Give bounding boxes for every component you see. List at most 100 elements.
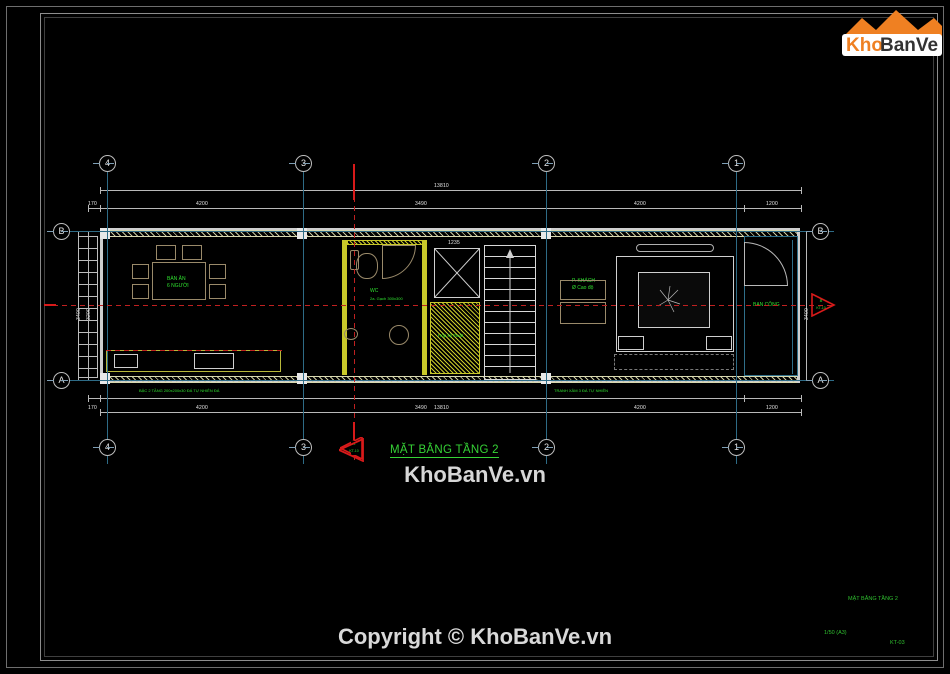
- title-block-sheet-no: KT-03: [890, 640, 905, 646]
- dim-top-seg-4200: 4200: [196, 201, 208, 207]
- tv-side-unit-left: [618, 336, 644, 350]
- balcony-rail-line: [792, 240, 793, 374]
- kitchen-hob: [114, 354, 138, 368]
- dining-chair: [132, 264, 149, 279]
- grid-bubble-label: A: [817, 375, 824, 385]
- column: [297, 228, 307, 239]
- section-line-vertical: [354, 170, 355, 460]
- dim-bot-seg-4200b: 4200: [634, 405, 646, 411]
- grid-bubble-bottom-2[interactable]: 2: [531, 439, 555, 456]
- grid-bubble-top-3[interactable]: 3: [288, 155, 312, 172]
- note-right: TRANH XÂM 3 ĐÁ TỰ NHIÊN: [554, 388, 609, 393]
- wc-wall-right: [422, 240, 427, 375]
- grid-bubble-label: 3: [300, 442, 306, 452]
- grid-bubble-top-1[interactable]: 1: [721, 155, 745, 172]
- wc-label: WC 2a. Gạch 300x300: [370, 288, 403, 302]
- dim-tick: [100, 187, 101, 194]
- dining-chair: [132, 284, 149, 299]
- grid-bubble-top-2[interactable]: 2: [531, 155, 555, 172]
- tv-decor: [657, 285, 681, 313]
- dim-bot-seg-line: [88, 398, 802, 399]
- grid-bubble-left-a[interactable]: A: [46, 372, 70, 389]
- svg-text:BanVe: BanVe: [880, 35, 938, 56]
- section-line-horizontal: [44, 305, 834, 306]
- watermark-center: KhoBanVe.vn: [404, 462, 546, 487]
- plan-title-marker[interactable]: [336, 437, 367, 463]
- section-tick-top: [353, 164, 355, 194]
- title-block-scale: 1/50 (A3): [824, 630, 847, 636]
- wc-label-line1: WC: [370, 288, 379, 294]
- dim-tick: [100, 205, 101, 212]
- dim-tick: [744, 395, 745, 402]
- grid-bubble-label: 1: [733, 158, 739, 168]
- column: [100, 228, 110, 239]
- watermark-bottom: Copyright © KhoBanVe.vn: [337, 624, 613, 649]
- dim-top-seg-line: [88, 208, 802, 209]
- grid-bubble-label: B: [58, 226, 65, 236]
- dim-tick: [88, 395, 89, 402]
- floor-drain: [389, 325, 409, 345]
- gridline-1: [736, 164, 737, 464]
- grid-bubble-bottom-4[interactable]: 4: [92, 439, 116, 456]
- plan-title: MẶT BẰNG TẦNG 2: [390, 444, 499, 458]
- grid-bubble-top-4[interactable]: 4: [92, 155, 116, 172]
- stair-direction-arrow: [506, 249, 514, 373]
- title-block-drawing-name: MẶT BẰNG TẦNG 2: [848, 596, 898, 602]
- grid-bubble-left-b[interactable]: B: [46, 223, 70, 240]
- gridline-3: [303, 164, 304, 464]
- section-line-a-left: [44, 304, 56, 306]
- stair-shaft-cross: [434, 248, 480, 298]
- drawing-sheet: Kho BanVe 4 3 2 1 4 3 2 1 B A B A 13810 …: [0, 0, 950, 674]
- dim-tick: [100, 409, 101, 416]
- dim-tick: [100, 395, 101, 402]
- stair-hall-label: Hộp kỹ thuật: [438, 332, 463, 339]
- grid-bubble-label: 2: [543, 158, 549, 168]
- dim-bot-overall-line: [100, 412, 802, 413]
- ceiling-feature: [636, 244, 714, 252]
- dim-tick: [801, 409, 802, 416]
- rug-outline: [614, 354, 734, 370]
- dim-top-seg-1200: 1200: [766, 201, 778, 207]
- gridline-4: [107, 164, 108, 464]
- kitchen-sink: [194, 353, 234, 369]
- khobanve-logo[interactable]: Kho BanVe: [840, 4, 944, 60]
- dim-tick: [801, 187, 802, 194]
- toilet: [356, 253, 378, 279]
- grid-bubble-bottom-1[interactable]: 1: [721, 439, 745, 456]
- dim-bot-seg-170: 170: [88, 405, 97, 411]
- floor-plan: 4 3 2 1 4 3 2 1 B A B A 13810 170 4200 3…: [44, 150, 864, 470]
- stair-shaft-dim: 1235: [448, 240, 460, 246]
- section-marker-b[interactable]: B KT-10: [810, 292, 836, 318]
- dim-bot-seg-1200: 1200: [766, 405, 778, 411]
- dim-tick: [744, 205, 745, 212]
- dim-tick: [801, 205, 802, 212]
- dining-chair: [182, 245, 202, 260]
- kitchen-centerline: [106, 350, 284, 351]
- grid-bubble-label: 4: [104, 158, 110, 168]
- column: [297, 373, 307, 384]
- side-railing: [78, 236, 98, 378]
- grid-bubble-label: 1: [733, 442, 739, 452]
- section-marker-b-bottom: KT-10: [816, 306, 826, 310]
- grid-bubble-label: 4: [104, 442, 110, 452]
- dim-top-seg-170: 170: [88, 201, 97, 207]
- stair-hall-label-line1: Hộp kỹ thuật: [438, 333, 464, 338]
- dim-top-seg-4200b: 4200: [634, 201, 646, 207]
- dim-top-overall-text: 13810: [434, 183, 449, 189]
- grid-bubble-right-b[interactable]: B: [805, 223, 829, 240]
- dim-bot-seg-3490: 3490: [415, 405, 427, 411]
- dining-chair: [209, 284, 226, 299]
- svg-text:Kho: Kho: [846, 35, 883, 56]
- dining-chair: [209, 264, 226, 279]
- grid-bubble-bottom-3[interactable]: 3: [288, 439, 312, 456]
- wc-wall-hatch-left: [342, 240, 347, 375]
- gridline-2: [546, 164, 547, 464]
- gridline-b: [54, 231, 834, 232]
- grid-bubble-label: A: [58, 375, 65, 385]
- section-marker-b-top: B: [819, 298, 823, 303]
- grid-bubble-label: B: [817, 226, 824, 236]
- dim-tick: [801, 395, 802, 402]
- dining-room-label: BÀN ĂN 6 NGƯỜI: [167, 276, 189, 290]
- grid-bubble-right-a[interactable]: A: [805, 372, 829, 389]
- gridline-a: [54, 380, 834, 381]
